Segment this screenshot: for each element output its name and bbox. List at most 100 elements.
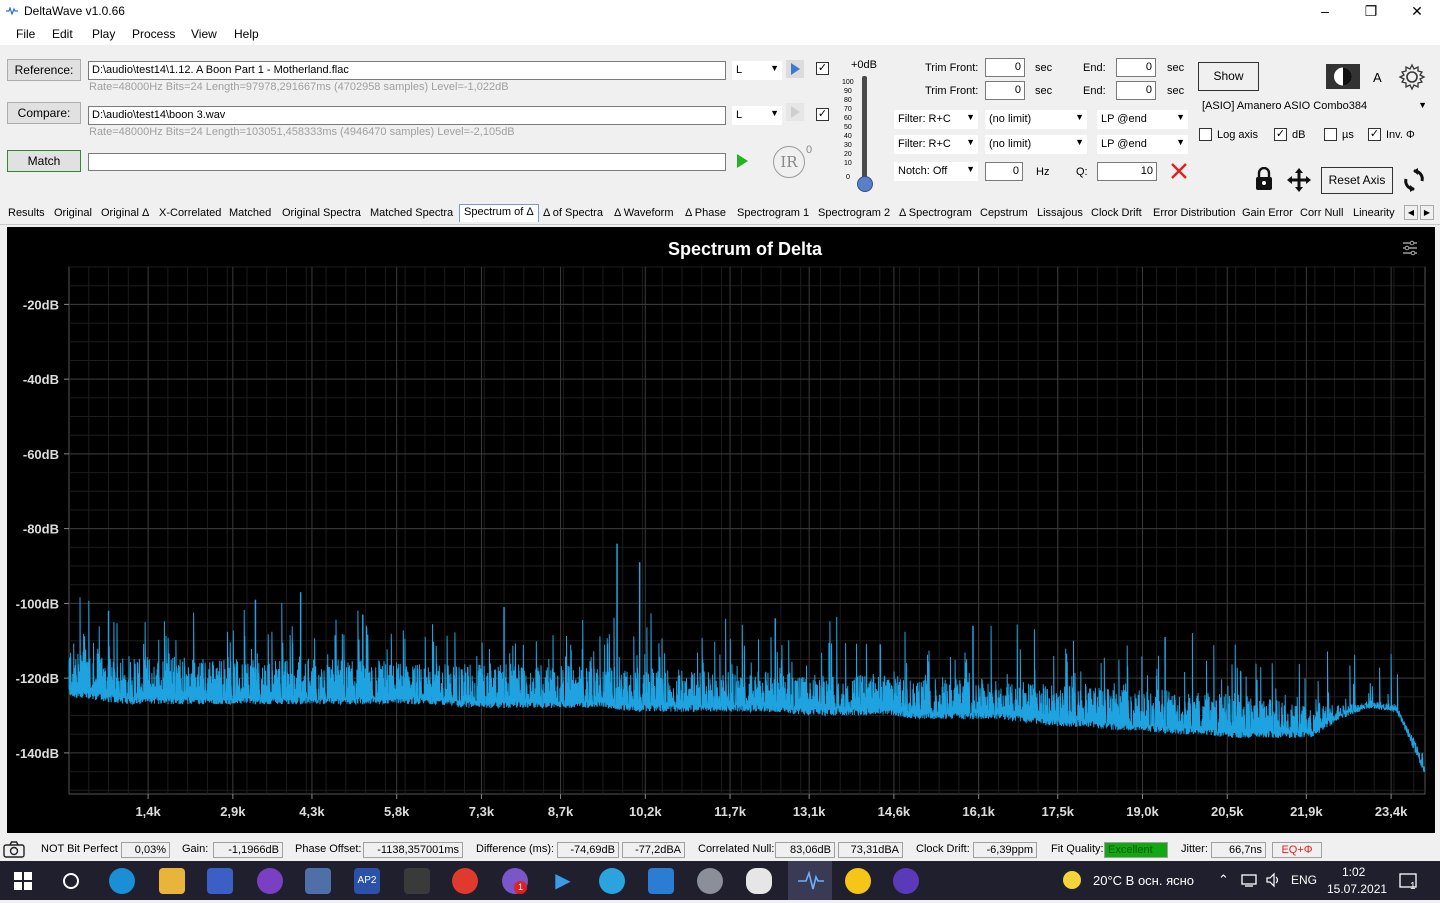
play-delta-button[interactable] <box>733 151 751 171</box>
spectrum-chart[interactable]: Spectrum of Delta -20dB -40dB -60dB -80dB -1… <box>7 227 1435 833</box>
trim-front-input-2[interactable]: 0 <box>985 81 1025 100</box>
filter-select-1[interactable]: Filter: R+C ▼ <box>894 110 978 129</box>
trim-end-input-2[interactable]: 0 <box>1116 81 1156 100</box>
save-disk-icon[interactable] <box>207 868 233 894</box>
reference-channel-select[interactable]: L ▼ <box>732 61 782 80</box>
tab-matched-spectra[interactable]: Matched Spectra <box>370 207 453 219</box>
ir-button[interactable]: IR <box>773 146 805 178</box>
tab-original[interactable]: Original <box>54 207 92 219</box>
move-icon[interactable] <box>1286 167 1312 193</box>
lock-icon[interactable] <box>1254 167 1274 191</box>
refresh-icon[interactable] <box>1402 167 1426 193</box>
output-device-select[interactable]: [ASIO] Amanero ASIO Combo384 ▼ <box>1198 98 1430 117</box>
app-icon-yellow[interactable] <box>845 868 871 894</box>
windows-start-icon[interactable] <box>14 872 32 890</box>
inv-phase-checkbox[interactable]: ✓ <box>1368 128 1381 141</box>
q-input[interactable]: 10 <box>1097 162 1157 181</box>
compare-channel-select[interactable]: L ▼ <box>732 106 782 125</box>
tab-original-spectra[interactable]: Original Spectra <box>282 207 361 219</box>
menu-view[interactable]: View <box>191 27 217 41</box>
tab-delta-spectrogram[interactable]: Δ Spectrogram <box>899 207 972 219</box>
tab-x-correlated[interactable]: X-Correlated <box>159 207 221 219</box>
weather-icon[interactable] <box>1063 871 1081 889</box>
tab-linearity[interactable]: Linearity <box>1353 207 1395 219</box>
network-icon[interactable] <box>1240 873 1258 887</box>
language-indicator[interactable]: ENG <box>1291 873 1317 887</box>
us-checkbox[interactable] <box>1324 128 1337 141</box>
reset-axis-button[interactable]: Reset Axis <box>1321 167 1393 194</box>
menu-play[interactable]: Play <box>92 27 115 41</box>
tab-error-distribution[interactable]: Error Distribution <box>1153 207 1236 219</box>
vscode-icon[interactable] <box>648 868 674 894</box>
log-axis-checkbox[interactable] <box>1199 128 1212 141</box>
compare-enable-checkbox[interactable]: ✓ <box>816 108 829 121</box>
lp-select-2[interactable]: LP @end ▼ <box>1097 135 1188 154</box>
compare-button[interactable]: Compare: <box>7 102 81 124</box>
volume-icon[interactable] <box>1265 872 1281 888</box>
tab-gain-error[interactable]: Gain Error <box>1242 207 1293 219</box>
menu-process[interactable]: Process <box>132 27 175 41</box>
tab-spectrum-of-delta[interactable]: Spectrum of Δ <box>459 204 539 222</box>
reference-enable-checkbox[interactable]: ✓ <box>816 62 829 75</box>
filter-select-2[interactable]: Filter: R+C ▼ <box>894 135 978 154</box>
tab-delta-waveform[interactable]: Δ Waveform <box>614 207 674 219</box>
tab-matched[interactable]: Matched <box>229 207 271 219</box>
close-button[interactable]: ✕ <box>1394 0 1440 23</box>
file-explorer-icon[interactable] <box>159 868 185 894</box>
maximize-button[interactable]: ❐ <box>1348 0 1394 23</box>
volume-slider-thumb[interactable] <box>857 176 873 192</box>
volume-slider-track[interactable] <box>862 76 867 184</box>
menu-help[interactable]: Help <box>234 27 259 41</box>
camera-icon[interactable] <box>3 840 25 858</box>
play-reference-button[interactable] <box>786 60 804 78</box>
reference-path-field[interactable]: D:\audio\test14\1.12. A Boon Part 1 - Mo… <box>88 61 726 80</box>
tab-scroll-left-button[interactable]: ◀ <box>1404 205 1418 220</box>
clear-filters-icon[interactable] <box>1169 161 1189 181</box>
tab-cepstrum[interactable]: Cepstrum <box>980 207 1028 219</box>
reference-button[interactable]: Reference: <box>7 59 81 81</box>
paint-icon[interactable] <box>697 868 723 894</box>
edge-icon[interactable] <box>109 868 135 894</box>
tab-clock-drift[interactable]: Clock Drift <box>1091 207 1142 219</box>
ap2-icon[interactable]: AP2 <box>354 868 380 894</box>
tab-corr-null[interactable]: Corr Null <box>1300 207 1343 219</box>
gear-icon[interactable] <box>1398 63 1426 91</box>
tab-results[interactable]: Results <box>8 207 45 219</box>
tab-delta-phase[interactable]: Δ Phase <box>685 207 726 219</box>
clock-date[interactable]: 15.07.2021 <box>1327 882 1387 896</box>
tab-scroll-right-button[interactable]: ▶ <box>1420 205 1434 220</box>
tab-original-delta[interactable]: Original Δ <box>101 207 149 219</box>
tab-lissajous[interactable]: Lissajous <box>1037 207 1083 219</box>
menu-file[interactable]: File <box>16 27 35 41</box>
limit-select-2[interactable]: (no limit) ▼ <box>985 135 1087 154</box>
tab-delta-of-spectra[interactable]: Δ of Spectra <box>543 207 603 219</box>
clock-time[interactable]: 1:02 <box>1342 865 1365 879</box>
headphones-icon[interactable] <box>893 868 919 894</box>
menu-edit[interactable]: Edit <box>52 27 73 41</box>
fox-icon[interactable] <box>746 868 772 894</box>
theme-toggle-button[interactable] <box>1326 64 1360 89</box>
db-checkbox[interactable]: ✓ <box>1274 128 1287 141</box>
weather-text[interactable]: 20°C В осн. ясно <box>1093 873 1194 888</box>
search-icon[interactable] <box>62 872 80 890</box>
player-icon[interactable]: ▶ <box>550 868 576 894</box>
trim-front-input-1[interactable]: 0 <box>985 58 1025 77</box>
limit-select-1[interactable]: (no limit) ▼ <box>985 110 1087 129</box>
lp-select-1[interactable]: LP @end ▼ <box>1097 110 1188 129</box>
chart-settings-icon[interactable] <box>1403 240 1417 256</box>
trim-end-input-1[interactable]: 0 <box>1116 58 1156 77</box>
mail-icon[interactable] <box>305 868 331 894</box>
notch-hz-input[interactable]: 0 <box>985 162 1023 181</box>
podcast-icon[interactable] <box>257 868 283 894</box>
chevron-up-icon[interactable]: ⌃ <box>1218 872 1229 888</box>
match-button[interactable]: Match <box>7 150 81 172</box>
eq-phase-button[interactable]: EQ+Φ <box>1272 842 1322 858</box>
tab-spectrogram-1[interactable]: Spectrogram 1 <box>737 207 809 219</box>
compare-path-field[interactable]: D:\audio\test14\boon 3.wav <box>88 106 726 125</box>
deltawave-task-button[interactable] <box>788 861 832 900</box>
jetbrains-icon[interactable] <box>404 868 430 894</box>
minimize-button[interactable]: – <box>1302 0 1348 23</box>
chrome-icon[interactable] <box>452 868 478 894</box>
notch-select[interactable]: Notch: Off ▼ <box>894 162 978 181</box>
tab-spectrogram-2[interactable]: Spectrogram 2 <box>818 207 890 219</box>
